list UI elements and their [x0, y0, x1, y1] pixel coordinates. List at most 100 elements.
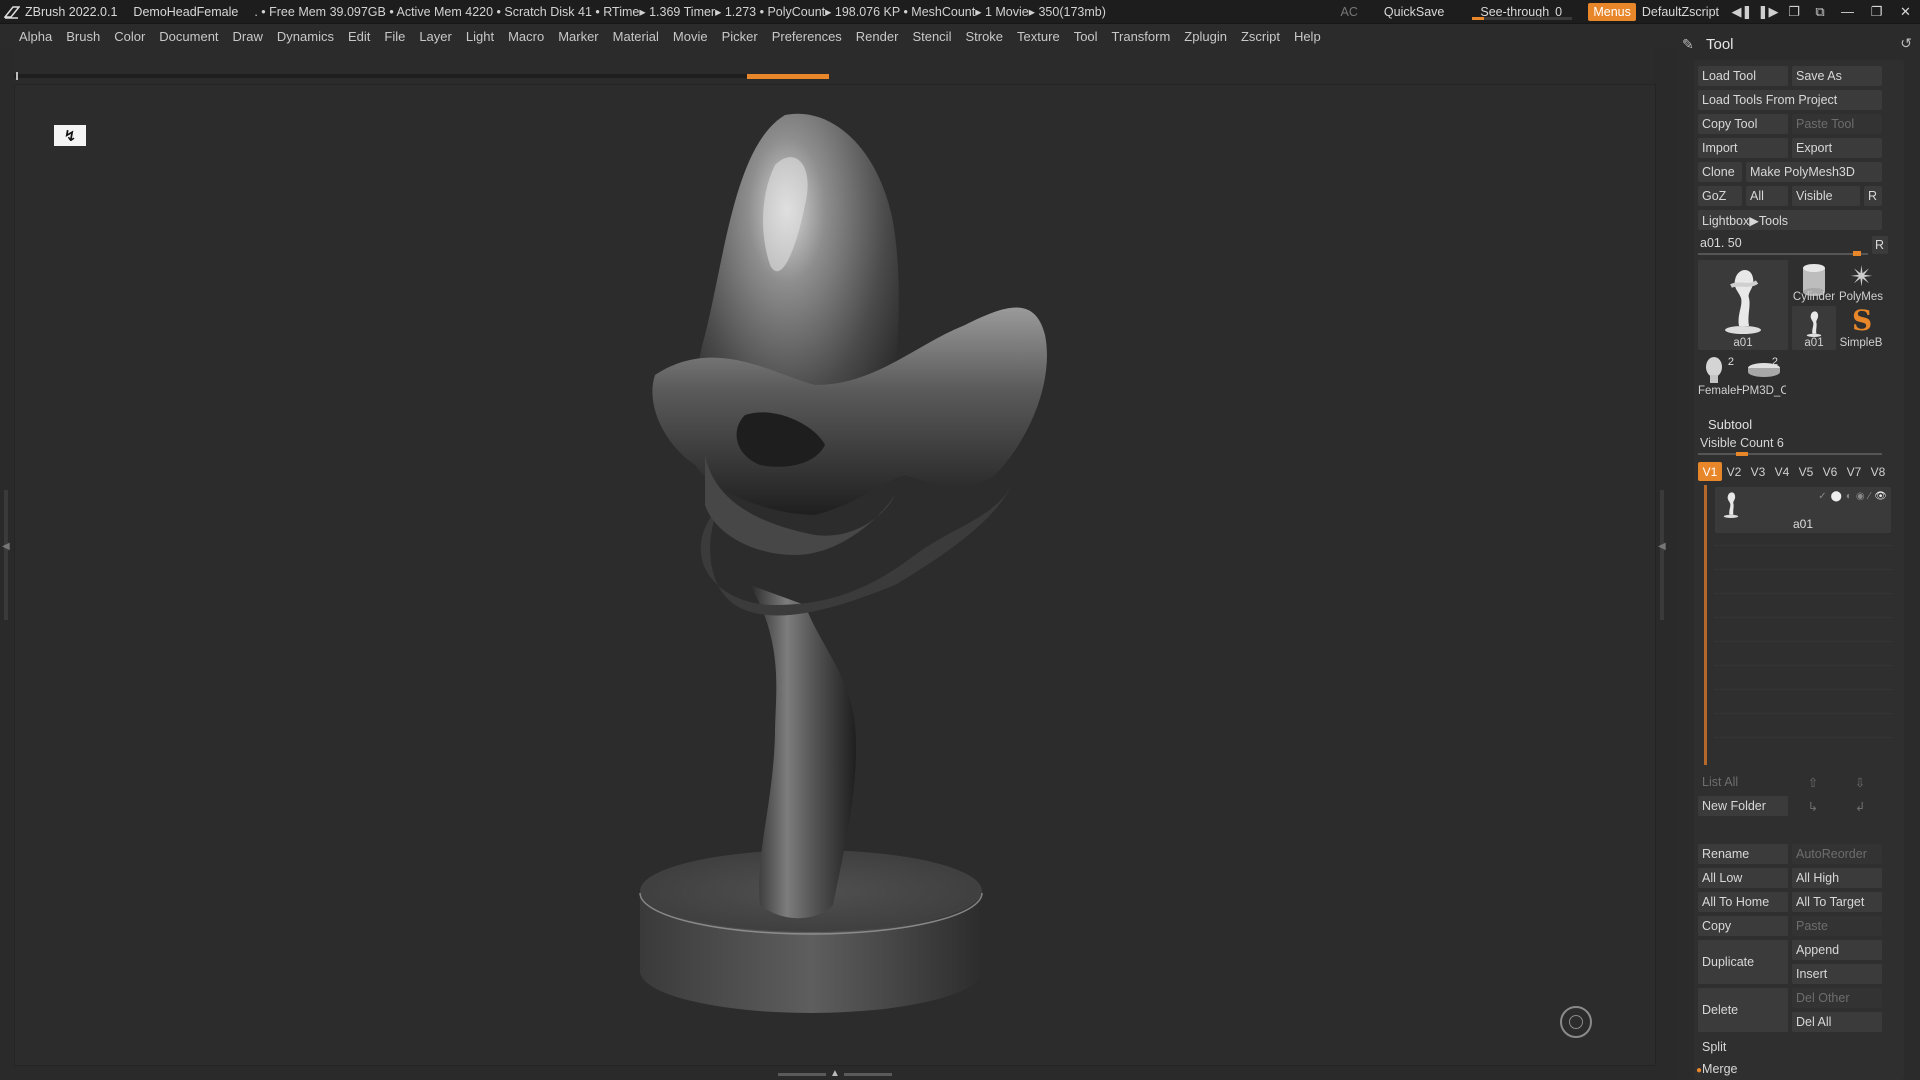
all-high-button[interactable]: All High	[1792, 868, 1882, 888]
palette-reset-icon[interactable]: ↺	[1900, 35, 1912, 52]
merge-section[interactable]: ●Merge	[1696, 1062, 1737, 1076]
del-all-button[interactable]: Del All	[1792, 1012, 1882, 1032]
menu-stroke[interactable]: Stroke	[958, 29, 1010, 44]
load-tools-from-project-button[interactable]: Load Tools From Project	[1698, 90, 1882, 110]
import-button[interactable]: Import	[1698, 138, 1788, 158]
all-to-home-button[interactable]: All To Home	[1698, 892, 1788, 912]
menu-stencil[interactable]: Stencil	[905, 29, 958, 44]
bottom-tray-handle[interactable]: ▲	[770, 1069, 900, 1079]
goz-visible-button[interactable]: Visible	[1792, 186, 1860, 206]
folder-in-icon[interactable]: ↳	[1792, 796, 1834, 816]
move-up-icon[interactable]: ⇧	[1792, 772, 1834, 792]
append-button[interactable]: Append	[1792, 940, 1882, 960]
eye-icon[interactable]: 👁	[1874, 491, 1887, 502]
material-toggle-icon[interactable]: ◐	[1846, 491, 1852, 502]
subtool-list[interactable]: ✓ ⬤ ◐ ◉ ∕ 👁 a01	[1698, 485, 1896, 765]
subtool-item-a01[interactable]: ✓ ⬤ ◐ ◉ ∕ 👁 a01	[1715, 487, 1891, 533]
tool-palette-header[interactable]: ✎ Tool ↺	[1676, 32, 1920, 56]
menu-zplugin[interactable]: Zplugin	[1177, 29, 1234, 44]
copy-subtool-button[interactable]: Copy	[1698, 916, 1788, 936]
list-all-button[interactable]: List All	[1698, 772, 1788, 792]
vset-tab-5[interactable]: V5	[1794, 462, 1818, 481]
lock-toggle-icon[interactable]: ∕	[1869, 491, 1871, 502]
menu-document[interactable]: Document	[152, 29, 225, 44]
palette-right-icon[interactable]: ❚▶	[1755, 2, 1781, 22]
menu-help[interactable]: Help	[1287, 29, 1328, 44]
menu-light[interactable]: Light	[459, 29, 501, 44]
tool-thumb-cylinder[interactable]: Cylinder	[1792, 260, 1836, 304]
menu-alpha[interactable]: Alpha	[12, 29, 59, 44]
vset-tab-7[interactable]: V7	[1842, 462, 1866, 481]
menu-file[interactable]: File	[377, 29, 412, 44]
restore-icon[interactable]: ❐	[1862, 2, 1891, 22]
vset-tab-1[interactable]: V1	[1698, 462, 1722, 481]
visible-count-slider[interactable]: Visible Count 6	[1700, 436, 1784, 450]
split-section[interactable]: Split	[1702, 1040, 1726, 1054]
lightbox-tools-button[interactable]: Lightbox▶Tools	[1698, 210, 1882, 230]
sculpt-model[interactable]	[15, 85, 1657, 1067]
solo-toggle-icon[interactable]: ◉	[1856, 491, 1865, 502]
vset-tab-3[interactable]: V3	[1746, 462, 1770, 481]
tool-slider-r-button[interactable]: R	[1872, 236, 1888, 254]
menu-transform[interactable]: Transform	[1105, 29, 1178, 44]
menu-picker[interactable]: Picker	[715, 29, 765, 44]
vset-tab-8[interactable]: V8	[1866, 462, 1890, 481]
goz-button[interactable]: GoZ	[1698, 186, 1742, 206]
tool-thumb-a01-small[interactable]: a01	[1792, 306, 1836, 350]
goz-all-button[interactable]: All	[1746, 186, 1788, 206]
menu-tool[interactable]: Tool	[1067, 29, 1105, 44]
menus-toggle-button[interactable]: Menus	[1588, 2, 1636, 21]
tool-thumb-a01[interactable]: a01	[1698, 260, 1788, 350]
menu-texture[interactable]: Texture	[1010, 29, 1067, 44]
export-button[interactable]: Export	[1792, 138, 1882, 158]
subtool-list-scrollbar[interactable]	[1704, 485, 1707, 765]
menu-draw[interactable]: Draw	[226, 29, 270, 44]
right-tray-handle[interactable]	[1660, 490, 1664, 620]
delete-button[interactable]: Delete	[1698, 988, 1788, 1032]
paste-subtool-button[interactable]: Paste	[1792, 916, 1882, 936]
vset-tab-2[interactable]: V2	[1722, 462, 1746, 481]
new-folder-button[interactable]: New Folder	[1698, 796, 1788, 816]
layout-icon[interactable]: ❐	[1781, 2, 1807, 22]
menu-dynamics[interactable]: Dynamics	[270, 29, 341, 44]
menu-zscript[interactable]: Zscript	[1234, 29, 1287, 44]
left-tray-arrow-icon[interactable]: ◀	[2, 541, 10, 552]
move-down-icon[interactable]: ⇩	[1838, 772, 1882, 792]
shelf-active-indicator[interactable]	[747, 74, 829, 79]
tool-thumb-polymesh[interactable]: ✴ PolyMes	[1838, 260, 1884, 304]
autoreorder-button[interactable]: AutoReorder	[1792, 844, 1882, 864]
del-other-button[interactable]: Del Other	[1792, 988, 1882, 1008]
save-as-button[interactable]: Save As	[1792, 66, 1882, 86]
right-tray-arrow-icon[interactable]: ◀	[1658, 541, 1666, 552]
tool-thumb-simpleb[interactable]: S SimpleB	[1838, 306, 1884, 350]
load-tool-button[interactable]: Load Tool	[1698, 66, 1788, 86]
see-through-slider[interactable]: See-through 0	[1472, 3, 1573, 21]
menu-marker[interactable]: Marker	[551, 29, 605, 44]
goz-r-button[interactable]: R	[1864, 186, 1882, 206]
polypaint-toggle-icon[interactable]: ⬤	[1831, 491, 1842, 502]
tool-size-slider[interactable]: a01. 50	[1698, 236, 1868, 256]
navigation-gizmo-icon[interactable]	[1560, 1006, 1592, 1038]
menu-macro[interactable]: Macro	[501, 29, 551, 44]
folder-out-icon[interactable]: ↲	[1838, 796, 1882, 816]
subtool-header[interactable]: Subtool	[1708, 417, 1752, 432]
bottom-tray-arrow-icon[interactable]: ▲	[830, 1069, 840, 1079]
left-tray-handle[interactable]	[4, 490, 8, 620]
ui-layout-icon[interactable]: ⧉	[1807, 2, 1833, 22]
rename-button[interactable]: Rename	[1698, 844, 1788, 864]
canvas-viewport[interactable]: ↯	[14, 84, 1656, 1066]
visible-count-knob[interactable]	[1736, 452, 1748, 456]
vset-tab-4[interactable]: V4	[1770, 462, 1794, 481]
palette-left-icon[interactable]: ◀❚	[1729, 2, 1755, 22]
menu-movie[interactable]: Movie	[666, 29, 715, 44]
brush-toggle-icon[interactable]: ✓	[1818, 491, 1826, 502]
menu-layer[interactable]: Layer	[412, 29, 459, 44]
make-polymesh3d-button[interactable]: Make PolyMesh3D	[1746, 162, 1882, 182]
menu-render[interactable]: Render	[849, 29, 906, 44]
default-zscript-button[interactable]: DefaultZscript	[1642, 5, 1719, 19]
vset-tab-6[interactable]: V6	[1818, 462, 1842, 481]
tool-slider-knob[interactable]	[1853, 251, 1862, 256]
paste-tool-button[interactable]: Paste Tool	[1792, 114, 1882, 134]
quicksave-button[interactable]: QuickSave	[1384, 5, 1444, 19]
tool-thumb-female[interactable]: 2 FemaleH	[1698, 354, 1742, 398]
